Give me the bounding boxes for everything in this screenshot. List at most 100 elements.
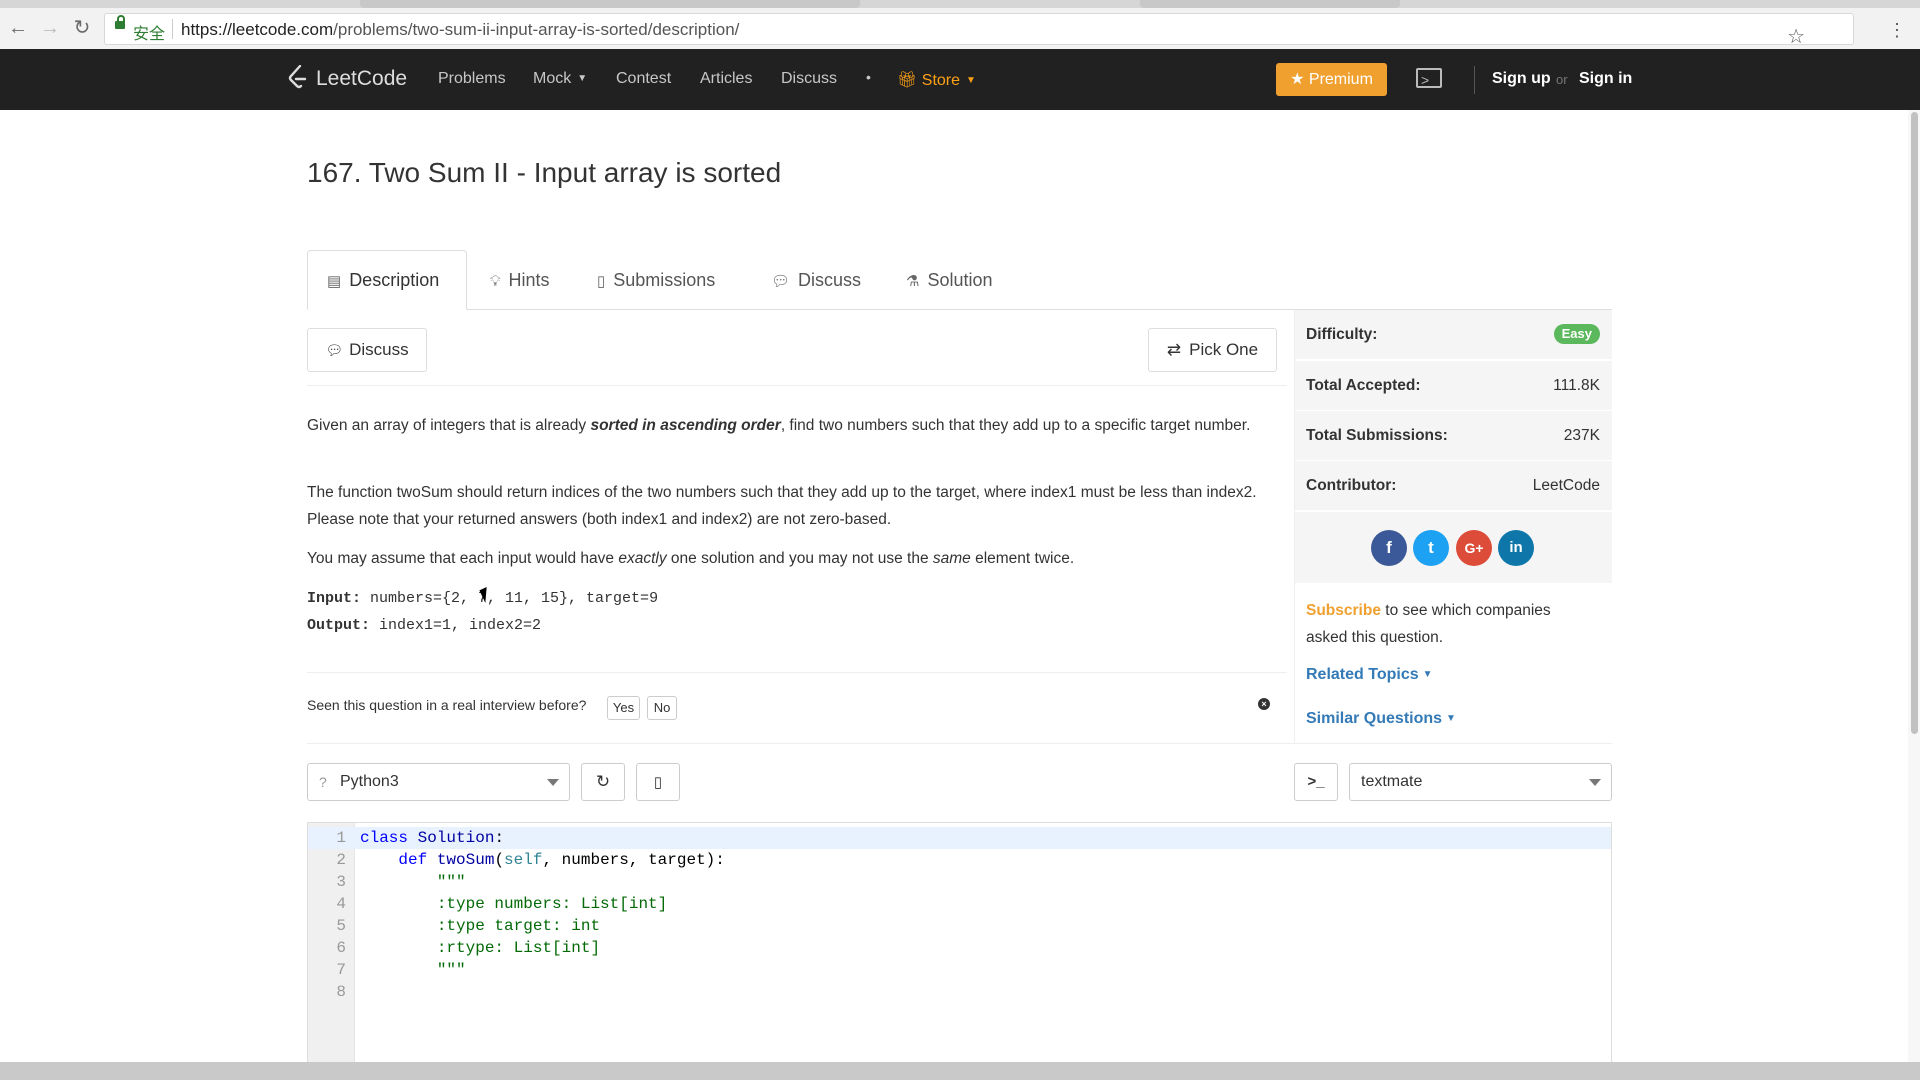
tab-submissions[interactable]: ▯ Submissions xyxy=(597,270,715,291)
playground-icon[interactable]: > xyxy=(1416,68,1442,88)
browser-tab[interactable] xyxy=(1140,0,1400,8)
code-template-button[interactable]: ▯ xyxy=(636,763,680,801)
comments-icon: 💬︎ xyxy=(771,273,791,290)
leetcode-logo[interactable]: LeetCode xyxy=(288,65,407,91)
forward-icon[interactable]: → xyxy=(38,16,62,40)
code-line[interactable]: 4 :type numbers: List[int] xyxy=(308,893,1611,915)
facebook-icon[interactable]: f xyxy=(1371,530,1407,566)
related-topics-toggle[interactable]: Related Topics ▼ xyxy=(1306,666,1433,684)
language-select[interactable]: ? Python3 xyxy=(307,763,570,801)
line-number: 4 xyxy=(336,895,346,913)
subscribe-link[interactable]: Subscribe xyxy=(1306,602,1381,619)
twitter-icon[interactable]: t xyxy=(1413,530,1449,566)
tab-discuss[interactable]: 💬︎ Discuss xyxy=(771,270,861,291)
close-icon[interactable]: × xyxy=(1258,698,1270,710)
code-text: class Solution: xyxy=(360,829,505,847)
contributor-label: Contributor: xyxy=(1306,477,1397,494)
code-editor[interactable]: 1 class Solution: 2 def twoSum(self, numbe… xyxy=(307,822,1612,1063)
logo-text: LeetCode xyxy=(316,67,408,90)
line-number: 8 xyxy=(336,983,346,1001)
flask-icon: ⚗︎ xyxy=(906,273,920,290)
similar-questions-toggle[interactable]: Similar Questions ▼ xyxy=(1306,710,1456,728)
lightbulb-icon: 💡︎ xyxy=(490,273,501,290)
code-line[interactable]: 1 class Solution: xyxy=(308,827,1611,849)
site-header: LeetCode Problems Mock ▼ Contest Articles… xyxy=(0,49,1920,110)
browser-tabstrip xyxy=(0,0,1920,8)
omnibox-divider xyxy=(172,19,173,39)
back-icon[interactable]: ← xyxy=(6,16,30,40)
nav-contest[interactable]: Contest xyxy=(616,70,671,88)
browser-tab[interactable] xyxy=(360,0,860,8)
file-code-icon: ▯ xyxy=(597,273,606,290)
nav-mock[interactable]: Mock ▼ xyxy=(533,70,587,88)
p3-text-e: element twice. xyxy=(970,550,1075,567)
accepted-label: Total Accepted: xyxy=(1306,377,1421,394)
description-paragraph-2: The function twoSum should return indice… xyxy=(307,484,1257,528)
subscribe-text: Subscribe to see which companies asked t… xyxy=(1306,597,1596,651)
tab-solution[interactable]: ⚗︎ Solution xyxy=(906,270,993,291)
browser-menu-icon[interactable]: ⋮ xyxy=(1888,20,1906,41)
code-line[interactable]: 7 """ xyxy=(308,959,1611,981)
question-circle-icon: ? xyxy=(319,774,327,790)
code-text: """ xyxy=(360,961,466,979)
description-paragraph-3: You may assume that each input would hav… xyxy=(307,545,1257,572)
description-paragraph-1: Given an array of integers that is alrea… xyxy=(307,412,1257,439)
reset-code-button[interactable]: ↻ xyxy=(581,763,625,801)
google-plus-icon[interactable]: G+ xyxy=(1456,530,1492,566)
lock-icon xyxy=(115,15,125,29)
tab-discuss-label: Discuss xyxy=(798,270,862,290)
gift-icon: 🎁︎ xyxy=(897,72,922,89)
nav-mock-label: Mock xyxy=(533,70,572,87)
description-divider xyxy=(307,385,1287,386)
sign-up-link[interactable]: Sign up xyxy=(1492,70,1551,88)
p3-text-c: one solution and you may not use the xyxy=(666,550,933,567)
premium-button[interactable]: ★ Premium xyxy=(1276,63,1387,96)
reload-icon[interactable]: ↻ xyxy=(70,16,94,40)
nav-store[interactable]: 🎁︎ Store ▼ xyxy=(897,70,976,90)
caret-down-icon: ▼ xyxy=(1422,669,1433,680)
url-text[interactable]: https://leetcode.com/problems/two-sum-ii… xyxy=(181,20,739,40)
linkedin-icon[interactable]: in xyxy=(1498,530,1534,566)
interview-no-button[interactable]: No xyxy=(647,696,677,720)
contributor-value: LeetCode xyxy=(1532,477,1600,494)
star-icon: ★ xyxy=(1290,71,1309,88)
example-output: Output: index1=1, index2=2 xyxy=(307,612,1257,639)
pick-one-button[interactable]: ⇄ Pick One xyxy=(1148,328,1277,372)
interview-yes-button[interactable]: Yes xyxy=(607,696,640,720)
code-text: :type numbers: List[int] xyxy=(360,895,668,913)
tab-hints-label: Hints xyxy=(508,270,550,290)
nav-discuss[interactable]: Discuss xyxy=(781,70,837,88)
url-host: https://leetcode.com xyxy=(181,20,334,39)
tab-description-label: Description xyxy=(349,270,440,290)
tab-submissions-label: Submissions xyxy=(613,270,716,290)
line-number: 1 xyxy=(336,829,346,847)
discuss-button[interactable]: 💬︎ Discuss xyxy=(307,328,427,372)
address-bar[interactable]: 安全 https://leetcode.com/problems/two-sum… xyxy=(104,13,1854,48)
select-caret-icon xyxy=(547,779,559,786)
bookmark-star-icon[interactable]: ☆ xyxy=(1787,24,1805,49)
bottom-bar xyxy=(0,1062,1920,1080)
submissions-value: 237K xyxy=(1563,427,1600,444)
code-line[interactable]: 6 :rtype: List[int] xyxy=(308,937,1611,959)
code-line[interactable]: 2 def twoSum(self, numbers, target): xyxy=(308,849,1611,871)
header-divider xyxy=(1474,66,1475,94)
console-button[interactable]: >_ xyxy=(1294,763,1338,801)
nav-articles[interactable]: Articles xyxy=(700,70,752,88)
caret-down-icon: ▼ xyxy=(577,73,588,84)
code-text: :type target: int xyxy=(360,917,601,935)
sign-in-link[interactable]: Sign in xyxy=(1579,70,1632,88)
nav-problems[interactable]: Problems xyxy=(438,70,506,88)
theme-select[interactable]: textmate xyxy=(1349,763,1612,801)
tab-description[interactable]: ▤ Description xyxy=(327,270,439,291)
caret-down-icon: ▼ xyxy=(1446,713,1456,724)
tab-hints[interactable]: 💡︎ Hints xyxy=(490,270,550,291)
code-line[interactable]: 3 """ xyxy=(308,871,1611,893)
code-line[interactable]: 8 xyxy=(308,981,1611,1003)
page-scrollbar-thumb[interactable] xyxy=(1911,112,1918,734)
code-line[interactable]: 5 :type target: int xyxy=(308,915,1611,937)
social-share-row: f t G+ in xyxy=(1295,512,1612,583)
line-number: 6 xyxy=(336,939,346,957)
line-number: 5 xyxy=(336,917,346,935)
shuffle-icon: ⇄ xyxy=(1166,340,1182,359)
or-text: or xyxy=(1556,72,1568,87)
